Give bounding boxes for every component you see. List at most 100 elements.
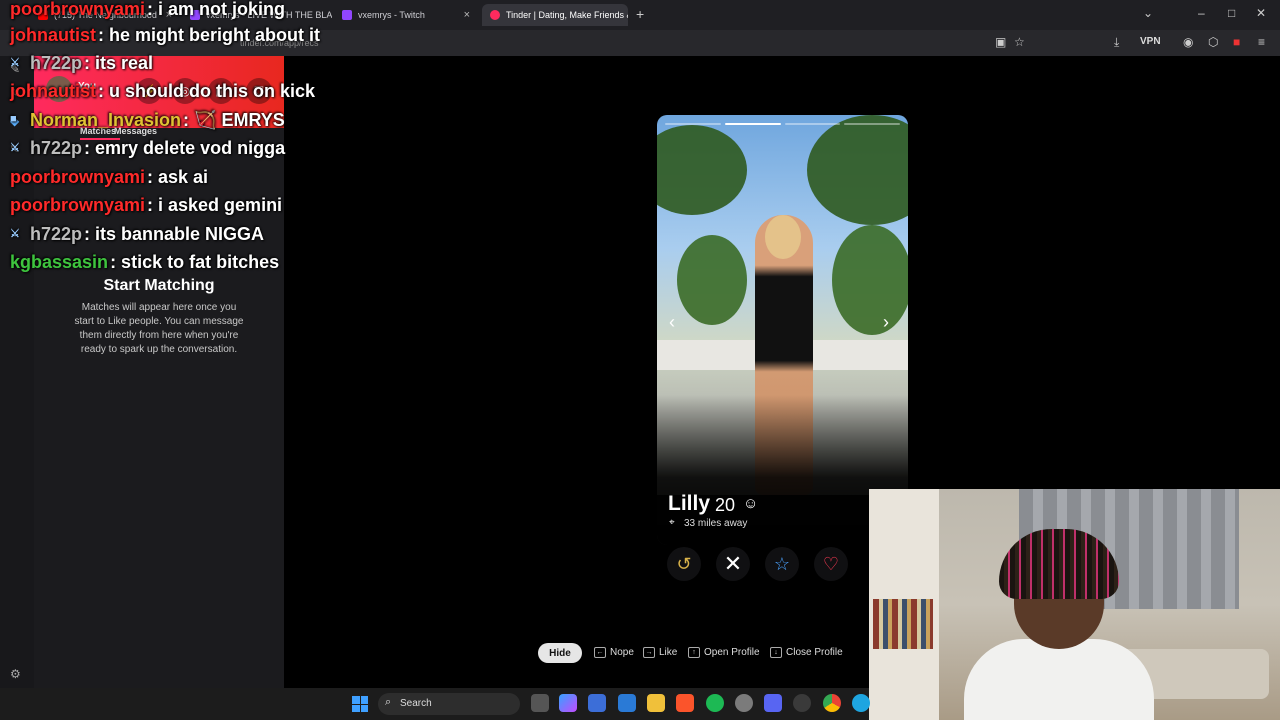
chat-username: poorbrownyami (10, 194, 146, 215)
chevron-left-icon[interactable]: ‹ (669, 312, 675, 333)
bookmark-list-icon[interactable]: ▣ (995, 35, 1006, 49)
webcam-overlay (869, 489, 1280, 720)
star-icon[interactable]: ☆ (1014, 35, 1025, 49)
super-like-button[interactable]: ☆ (765, 547, 799, 581)
spotify-icon[interactable] (706, 694, 724, 712)
chat-text: : 🏹 EMRYS (183, 109, 285, 130)
vpn-badge[interactable]: VPN (1140, 36, 1161, 47)
progress-segment (665, 123, 721, 125)
mod-badge-icon: ⚔ (10, 142, 20, 154)
taskbar-search-label: Search (400, 698, 432, 709)
chat-text: : its bannable NIGGA (84, 223, 265, 244)
person-head (765, 215, 801, 259)
chat-message: johnautist: u should do this on kick (10, 78, 315, 104)
minimize-button[interactable]: – (1198, 6, 1205, 20)
sub-badge-icon: ■ (10, 113, 17, 125)
tab-tinder[interactable]: Tinder | Dating, Make Friends & × (482, 4, 628, 26)
brave-icon[interactable] (676, 694, 694, 712)
arrow-right-key-icon: → (643, 647, 655, 658)
chat-text: : emry delete vod nigga (84, 137, 286, 158)
menu-icon[interactable]: ≡ (1258, 35, 1265, 49)
chat-message: ⚔ h722p: emry delete vod nigga (10, 135, 285, 161)
hint-nope: ← Nope (594, 647, 634, 658)
chat-message: poorbrownyami: ask ai (10, 164, 208, 190)
mod-badge-icon: ⚔ (10, 228, 20, 240)
chat-username: Norman_Invasion (30, 109, 182, 130)
extensions-icon[interactable]: ⬡ (1208, 35, 1218, 49)
tab-label: Tinder | Dating, Make Friends & (506, 10, 628, 20)
chat-message: kgbassasin: stick to fat bitches (10, 249, 279, 275)
palm-tree (832, 225, 908, 335)
chat-username: h722p (30, 52, 83, 73)
gear-icon[interactable]: ⚙ (10, 667, 21, 681)
close-icon[interactable]: × (464, 9, 470, 21)
profile-icon[interactable]: ◉ (1183, 35, 1193, 49)
chrome-icon[interactable] (823, 694, 841, 712)
store-icon[interactable] (588, 694, 606, 712)
chevron-right-icon[interactable]: › (883, 312, 889, 333)
chat-username: h722p (30, 223, 83, 244)
vscode-icon[interactable] (618, 694, 636, 712)
settings-icon[interactable] (735, 694, 753, 712)
new-tab-button[interactable]: + (636, 6, 644, 22)
nope-button[interactable]: ✕ (716, 547, 750, 581)
profile-age: 20 (715, 495, 736, 515)
twitch-icon (342, 10, 352, 20)
palm-tree (677, 235, 747, 325)
like-button[interactable]: ♡ (814, 547, 848, 581)
chat-username: poorbrownyami (10, 166, 146, 187)
hint-open-profile: ↑ Open Profile (688, 647, 760, 658)
tab-label: vxemrys - Twitch (358, 10, 425, 20)
books (873, 599, 933, 649)
tab-twitch[interactable]: vxemrys - Twitch × (334, 4, 478, 26)
hint-like: → Like (643, 647, 677, 658)
chat-text: : stick to fat bitches (110, 251, 280, 272)
chat-message: johnautist: he might beright about it (10, 22, 320, 48)
hint-label: Open Profile (704, 647, 760, 658)
obs-icon[interactable] (793, 694, 811, 712)
hint-label: Nope (610, 647, 634, 658)
close-window-button[interactable]: ✕ (1256, 6, 1266, 20)
chat-message: poorbrownyami: i asked gemini (10, 192, 282, 218)
extension-badge-icon[interactable]: ■ (1233, 35, 1240, 49)
mod-badge-icon: ⚔ (10, 57, 20, 69)
chat-message: ⚔ h722p: its real (10, 50, 153, 76)
search-icon: ⌕ (385, 696, 392, 708)
profile-name: Lilly (668, 492, 711, 515)
location-pin-icon: ⌖ (669, 517, 675, 528)
palm-tree (657, 125, 747, 215)
chat-username: johnautist (10, 24, 96, 45)
hint-close-profile: ↓ Close Profile (770, 647, 843, 658)
maximize-button[interactable]: □ (1228, 6, 1235, 20)
taskbar-search[interactable]: ⌕ Search (378, 693, 520, 715)
tab-list-icon[interactable]: ⌄ (1143, 6, 1153, 20)
palm-tree (807, 115, 908, 225)
chat-username: kgbassasin (10, 251, 109, 272)
profile-card[interactable]: ‹ › (657, 115, 908, 545)
chat-message: poorbrownyami: i am not joking (10, 0, 285, 22)
rewind-button[interactable]: ↺ (667, 547, 701, 581)
copilot-icon[interactable] (559, 694, 577, 712)
tinder-icon (490, 10, 500, 20)
edge-icon[interactable] (852, 694, 870, 712)
chat-text: : ask ai (147, 166, 209, 187)
arrow-left-key-icon: ← (594, 647, 606, 658)
chat-username: poorbrownyami (10, 0, 146, 19)
progress-segment (784, 123, 841, 125)
streamer-body (964, 639, 1154, 720)
windows-start-icon[interactable] (352, 696, 368, 712)
folder-icon[interactable] (647, 694, 665, 712)
chat-username: johnautist (10, 80, 96, 101)
chat-text: : u should do this on kick (98, 80, 316, 101)
chat-text: : he might beright about it (98, 24, 320, 45)
arrow-down-key-icon: ↓ (770, 647, 782, 658)
hide-hints-button[interactable]: Hide (538, 643, 582, 663)
chat-text: : i asked gemini (147, 194, 283, 215)
photo-progress (665, 123, 900, 125)
task-view-icon[interactable] (531, 694, 549, 712)
empty-state-text: Matches will appear here once you start … (74, 302, 244, 355)
chat-message: ■ Norman_Invasion: 🏹 EMRYS (10, 107, 285, 133)
discord-icon[interactable] (764, 694, 782, 712)
chat-username: h722p (30, 137, 83, 158)
download-icon[interactable]: ⤓ (1114, 35, 1119, 50)
